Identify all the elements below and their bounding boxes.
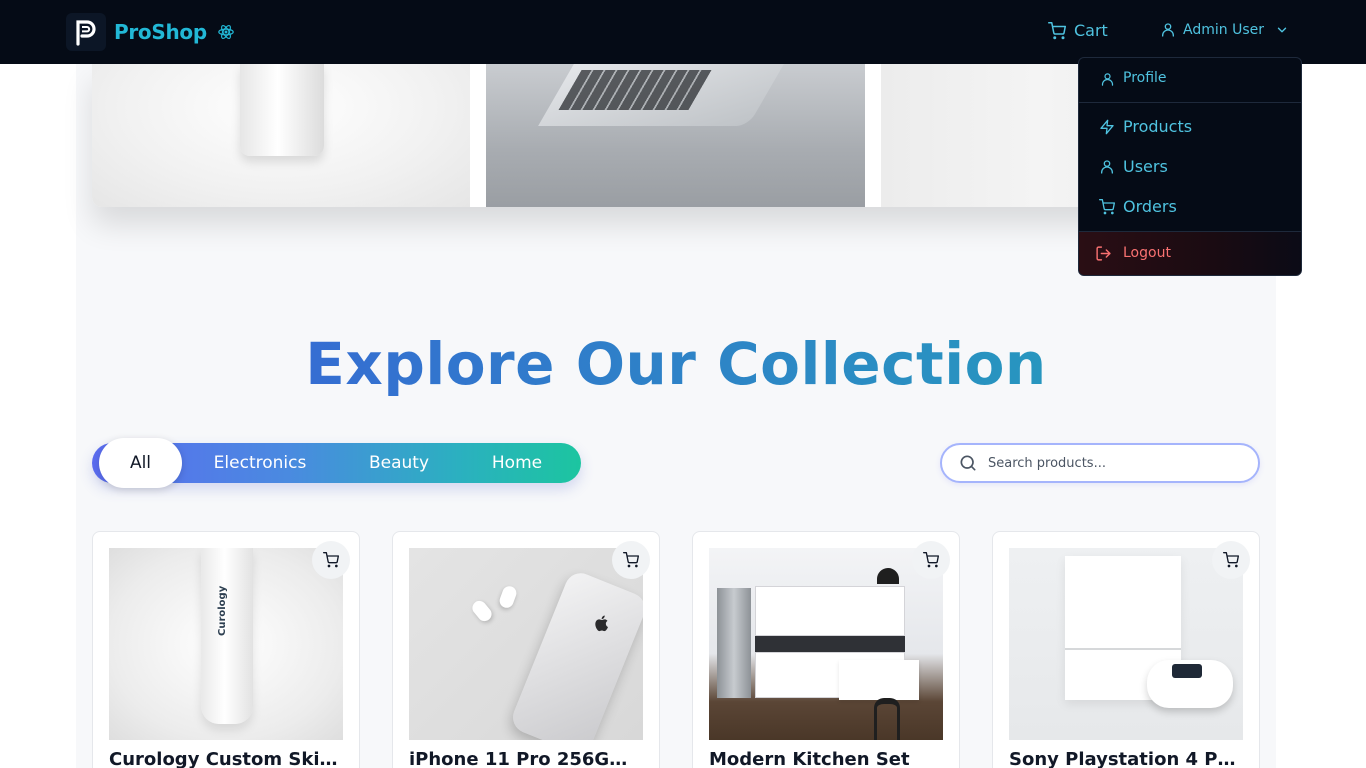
user-dropdown-menu: Profile Products Users Orders Logout (1078, 57, 1302, 276)
search-box[interactable] (940, 443, 1260, 483)
user-icon (1099, 159, 1115, 175)
menu-item-products[interactable]: Products (1079, 107, 1301, 147)
product-image[interactable]: Curology (109, 548, 343, 740)
brand-logo-icon (66, 13, 106, 51)
top-navbar: ProShop Cart Admin User (0, 0, 1366, 64)
search-input[interactable] (988, 455, 1238, 471)
product-image[interactable] (409, 548, 643, 740)
carousel-slide-laptop[interactable] (486, 64, 865, 207)
menu-item-users[interactable]: Users (1079, 147, 1301, 187)
section-title: Explore Our Collection (0, 330, 1352, 398)
filter-pill-all[interactable]: All (99, 438, 182, 488)
search-icon (958, 453, 978, 473)
category-filter-bar: All Electronics Beauty Home (92, 438, 581, 488)
brand-name: ProShop (114, 20, 207, 44)
chevron-down-icon (1275, 23, 1289, 37)
add-to-cart-button[interactable] (612, 541, 650, 579)
product-name[interactable]: Modern Kitchen Set (709, 749, 939, 768)
nav-cart-link[interactable]: Cart (1048, 21, 1108, 40)
product-card[interactable]: Modern Kitchen Set (692, 531, 960, 768)
menu-item-label: Products (1123, 117, 1193, 136)
filter-pill-electronics[interactable]: Electronics (192, 443, 328, 483)
user-menu-toggle[interactable]: Admin User (1160, 22, 1289, 38)
product-name[interactable]: iPhone 11 Pro 256GB ... (409, 749, 639, 768)
product-name[interactable]: Sony Playstation 4 Pr... (1009, 749, 1239, 768)
cart-icon (1099, 199, 1115, 215)
product-image[interactable] (709, 548, 943, 740)
menu-item-profile[interactable]: Profile (1079, 58, 1301, 102)
react-atom-icon (217, 23, 235, 41)
menu-item-label: Orders (1123, 197, 1177, 216)
brand[interactable]: ProShop (66, 13, 235, 51)
product-card[interactable]: Sony Playstation 4 Pr... (992, 531, 1260, 768)
menu-divider (1079, 102, 1301, 103)
cart-icon (623, 552, 639, 568)
filter-pill-beauty[interactable]: Beauty (338, 443, 460, 483)
logout-label: Logout (1123, 245, 1171, 261)
product-name[interactable]: Curology Custom Ski... (109, 749, 339, 768)
product-image-text: Curology (217, 585, 228, 636)
logout-icon (1095, 245, 1112, 262)
cart-label: Cart (1074, 21, 1108, 40)
menu-item-orders[interactable]: Orders (1079, 187, 1301, 227)
cart-icon (1223, 552, 1239, 568)
filter-pill-home[interactable]: Home (464, 443, 570, 483)
cart-icon (1048, 21, 1066, 40)
product-card[interactable]: iPhone 11 Pro 256GB ... (392, 531, 660, 768)
product-image[interactable] (1009, 548, 1243, 740)
cart-icon (923, 552, 939, 568)
add-to-cart-button[interactable] (912, 541, 950, 579)
menu-item-label: Profile (1123, 70, 1167, 86)
carousel-slide-beauty[interactable] (92, 64, 470, 207)
menu-item-label: Users (1123, 157, 1168, 176)
user-name: Admin User (1183, 22, 1264, 38)
lightning-icon (1099, 119, 1115, 135)
user-icon (1160, 22, 1176, 38)
product-card[interactable]: Curology Curology Custom Ski... (92, 531, 360, 768)
add-to-cart-button[interactable] (312, 541, 350, 579)
add-to-cart-button[interactable] (1212, 541, 1250, 579)
user-icon (1100, 72, 1115, 87)
logout-button[interactable]: Logout (1079, 232, 1301, 275)
cart-icon (323, 552, 339, 568)
